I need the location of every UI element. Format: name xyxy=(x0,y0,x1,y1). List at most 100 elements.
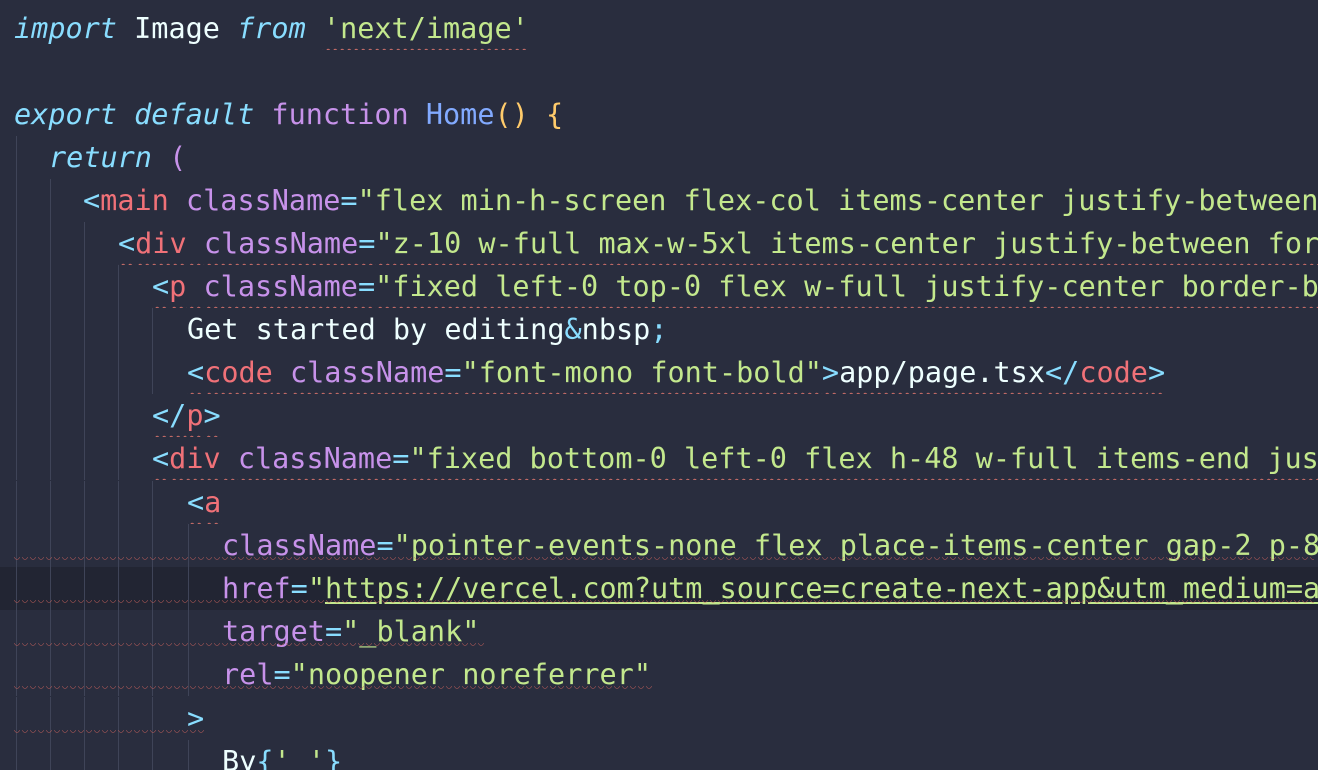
indent-guide xyxy=(50,265,51,308)
function-parens: () xyxy=(494,98,529,131)
indent-guide xyxy=(84,437,85,480)
code-editor[interactable]: import Image from 'next/image' export de… xyxy=(0,0,1318,770)
jsx-closing-tag-p: p xyxy=(186,399,204,432)
indent-guide xyxy=(16,222,17,265)
module-string: 'next/image' xyxy=(322,12,529,45)
function-open-brace: { xyxy=(546,98,564,131)
code-line-5[interactable]: <main className="flex min-h-screen flex-… xyxy=(0,179,1318,222)
indent-guide xyxy=(50,351,51,394)
code-line-4[interactable]: return ( xyxy=(0,136,1318,179)
code-line-13[interactable]: className="pointer-events-none flex plac… xyxy=(0,524,1318,567)
attr-equals: = xyxy=(392,442,410,475)
indent-guide xyxy=(118,481,119,524)
indent-guide xyxy=(118,308,119,351)
jsx-text: app/page.tsx xyxy=(839,356,1045,389)
keyword-return: return xyxy=(49,141,152,174)
return-open-paren: ( xyxy=(169,141,187,174)
jsx-tag-p: p xyxy=(169,270,187,303)
code-line-6[interactable]: <div className="z-10 w-full max-w-5xl it… xyxy=(0,222,1318,265)
attr-equals: = xyxy=(358,227,376,260)
jsx-attr-classname: className xyxy=(237,442,393,475)
keyword-from: from xyxy=(237,12,306,45)
jsx-closing-tag-code: code xyxy=(1079,356,1148,389)
code-line-8[interactable]: Get started by editing&nbsp; xyxy=(0,308,1318,351)
code-line-7[interactable]: <p className="fixed left-0 top-0 flex w-… xyxy=(0,265,1318,308)
indent-guide xyxy=(50,437,51,480)
jsx-attr-classname: className xyxy=(203,270,358,303)
closing-tag-open: </ xyxy=(1045,356,1080,389)
keyword-function: function xyxy=(271,98,409,131)
indent-guide xyxy=(16,351,17,394)
indent-guide xyxy=(118,437,119,480)
keyword-import: import xyxy=(14,12,117,45)
code-line-3[interactable]: export default function Home() { xyxy=(0,93,1318,136)
code-line-1[interactable]: import Image from 'next/image' xyxy=(0,7,1318,50)
indent-guide xyxy=(16,179,17,222)
indent-guide xyxy=(84,308,85,351)
indent-guide xyxy=(16,136,17,179)
jsx-expr-open-brace: { xyxy=(256,745,274,770)
tag-open-bracket: < xyxy=(83,184,101,217)
jsx-tag-div: div xyxy=(135,227,187,260)
indent-guide xyxy=(84,740,85,770)
jsx-tag-main: main xyxy=(100,184,169,217)
code-line-17[interactable]: > xyxy=(0,697,1318,740)
tag-open-bracket: < xyxy=(187,356,205,389)
indent-guide xyxy=(118,351,119,394)
code-line-14-current[interactable]: href="https://vercel.com?utm_source=crea… xyxy=(0,567,1318,610)
code-line-11[interactable]: <div className="fixed bottom-0 left-0 fl… xyxy=(0,437,1318,480)
indent-guide xyxy=(50,481,51,524)
identifier-image: Image xyxy=(134,12,220,45)
closing-tag-close: > xyxy=(203,399,221,432)
lint-squiggle xyxy=(14,643,484,649)
lint-squiggle xyxy=(14,557,1314,563)
attr-value: "z-10 w-full max-w-5xl items-center just… xyxy=(375,227,1318,260)
code-line-18[interactable]: By{' '} xyxy=(0,740,1318,770)
attr-value: "font-mono font-bold" xyxy=(461,356,822,389)
indent-guide xyxy=(50,179,51,222)
indent-guide xyxy=(84,394,85,437)
indent-guide xyxy=(118,740,119,770)
jsx-attr-classname: className xyxy=(185,184,341,217)
jsx-expr-close-brace: } xyxy=(324,745,343,770)
indent-guide xyxy=(152,351,153,394)
tag-open-bracket: < xyxy=(152,442,170,475)
tag-open-bracket: < xyxy=(152,270,170,303)
jsx-attr-classname: className xyxy=(289,356,445,389)
attr-equals: = xyxy=(340,184,358,217)
indent-guide xyxy=(118,265,119,308)
code-line-16[interactable]: rel="noopener noreferrer" xyxy=(0,653,1318,696)
indent-guide xyxy=(84,222,85,265)
indent-guide xyxy=(152,308,153,351)
indent-guide xyxy=(188,740,189,770)
indent-guide xyxy=(16,265,17,308)
indent-guide xyxy=(50,394,51,437)
indent-guide xyxy=(84,351,85,394)
tag-open-bracket: < xyxy=(118,227,136,260)
indent-guide xyxy=(16,740,17,770)
closing-tag-close: > xyxy=(1147,356,1166,389)
lint-squiggle xyxy=(14,600,1314,606)
code-line-9[interactable]: <code className="font-mono font-bold">ap… xyxy=(0,351,1318,394)
lint-squiggle xyxy=(14,730,204,736)
entity-name: nbsp xyxy=(581,313,651,346)
code-line-15[interactable]: target="_blank" xyxy=(0,610,1318,653)
entity-semicolon: ; xyxy=(650,313,668,346)
entity-ampersand: & xyxy=(564,313,582,346)
indent-guide xyxy=(16,308,17,351)
function-name: Home xyxy=(425,98,495,131)
code-line-2[interactable] xyxy=(0,50,1318,93)
jsx-expr-string: ' ' xyxy=(273,745,325,770)
jsx-tag-div: div xyxy=(169,442,221,475)
jsx-text: By xyxy=(222,745,257,770)
attr-value: "fixed left-0 top-0 flex w-full justify-… xyxy=(375,270,1318,303)
indent-guide xyxy=(84,481,85,524)
indent-guide xyxy=(16,394,17,437)
code-line-10[interactable]: </p> xyxy=(0,394,1318,437)
jsx-tag-code: code xyxy=(204,356,273,389)
code-line-12[interactable]: <a xyxy=(0,481,1318,524)
indent-guide xyxy=(152,481,153,524)
attr-equals: = xyxy=(357,270,376,303)
tag-open-bracket: < xyxy=(187,486,205,519)
keyword-default: default xyxy=(134,98,255,131)
